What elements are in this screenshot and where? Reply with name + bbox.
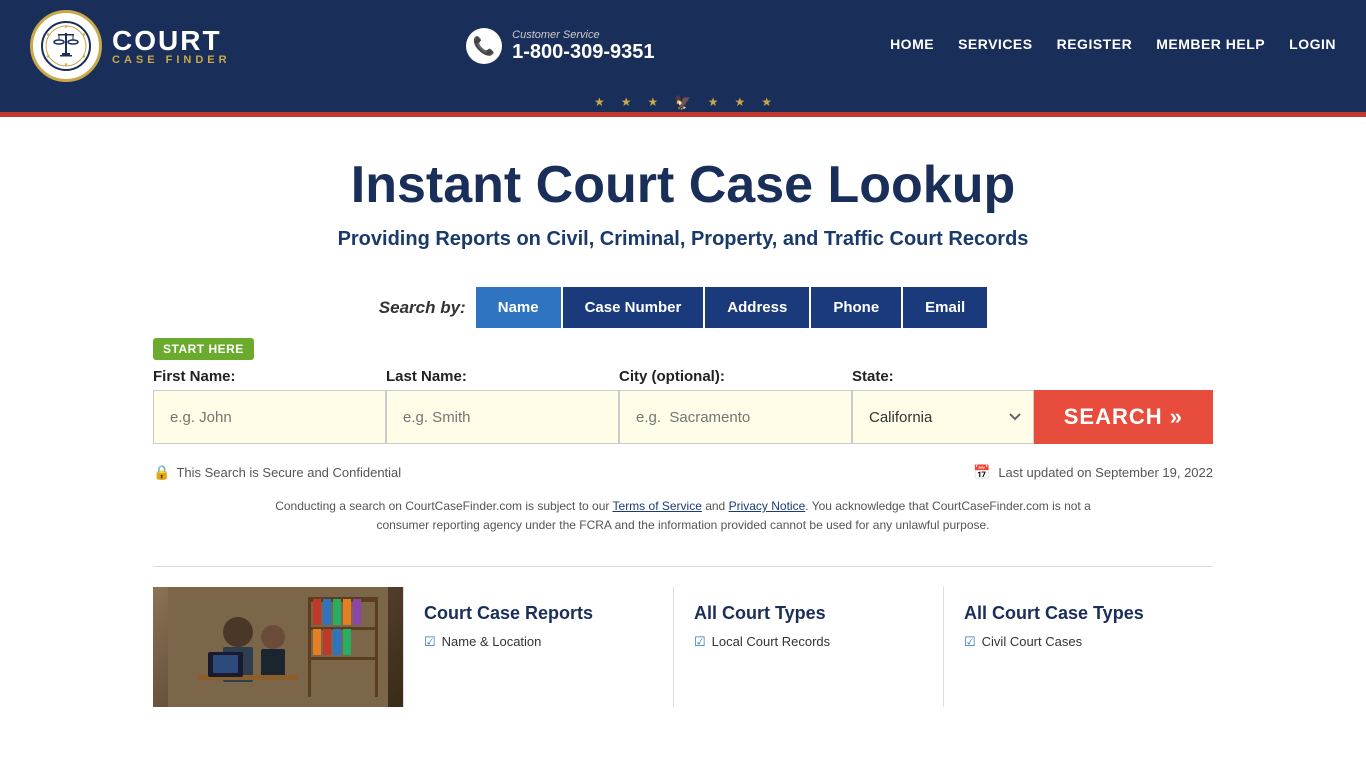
tab-phone[interactable]: Phone xyxy=(811,287,901,328)
nav-login[interactable]: LOGIN xyxy=(1289,36,1336,56)
card-image xyxy=(153,587,403,707)
customer-service: 📞 Customer Service 1-800-309-9351 xyxy=(466,28,654,64)
first-name-input[interactable] xyxy=(153,390,386,444)
nav-member-help[interactable]: MEMBER HELP xyxy=(1156,36,1265,56)
tab-address[interactable]: Address xyxy=(705,287,809,328)
all-court-case-types-item-1: ☑ Civil Court Cases xyxy=(964,634,1193,650)
tos-link[interactable]: Terms of Service xyxy=(613,499,702,513)
logo-court-label: COURT xyxy=(112,27,231,55)
eagle-bar: ★ ★ ★ 🦅 ★ ★ ★ xyxy=(0,92,1366,112)
state-select[interactable]: AlabamaAlaskaArizonaArkansasCaliforniaCo… xyxy=(852,390,1034,444)
info-row: 🔒 This Search is Secure and Confidential… xyxy=(153,464,1213,481)
site-header: ★ ★ ★ ★ ★ ★ COURT CASE FINDER 📞 xyxy=(0,0,1366,92)
legal-text: Conducting a search on CourtCaseFinder.c… xyxy=(253,497,1113,535)
city-input[interactable] xyxy=(619,390,852,444)
secure-text: 🔒 This Search is Secure and Confidential xyxy=(153,464,401,481)
search-by-row: Search by: Name Case Number Address Phon… xyxy=(153,287,1213,328)
city-group: City (optional): xyxy=(619,368,852,444)
logo-case-finder-label: CASE FINDER xyxy=(112,55,231,66)
svg-text:★: ★ xyxy=(82,32,87,38)
updated-text: 📅 Last updated on September 19, 2022 xyxy=(973,464,1213,481)
tab-name[interactable]: Name xyxy=(476,287,561,328)
star-left-3: ★ xyxy=(648,95,659,109)
card-all-court-case-types: All Court Case Types ☑ Civil Court Cases xyxy=(943,587,1213,707)
first-name-group: First Name: xyxy=(153,368,386,444)
star-right-3: ★ xyxy=(761,95,772,109)
svg-text:★: ★ xyxy=(82,54,87,60)
card-all-court-types: All Court Types ☑ Local Court Records xyxy=(673,587,943,707)
logo-area: ★ ★ ★ ★ ★ ★ COURT CASE FINDER xyxy=(30,10,231,82)
legal-text-2: and xyxy=(702,499,729,513)
legal-text-1: Conducting a search on CourtCaseFinder.c… xyxy=(275,499,612,513)
star-right-2: ★ xyxy=(734,95,745,109)
lock-icon: 🔒 xyxy=(153,464,170,481)
court-case-reports-title: Court Case Reports xyxy=(424,603,653,624)
page-subtitle: Providing Reports on Civil, Criminal, Pr… xyxy=(153,228,1213,251)
last-name-label: Last Name: xyxy=(386,368,619,385)
last-name-input[interactable] xyxy=(386,390,619,444)
svg-text:★: ★ xyxy=(64,24,69,30)
nav-services[interactable]: SERVICES xyxy=(958,36,1033,56)
all-court-types-title: All Court Types xyxy=(694,603,923,624)
last-name-group: Last Name: xyxy=(386,368,619,444)
search-button[interactable]: SEARCH » xyxy=(1034,390,1213,444)
phone-icon: 📞 xyxy=(466,28,502,64)
search-form: First Name: Last Name: City (optional): … xyxy=(153,368,1213,444)
star-right-1: ★ xyxy=(708,95,719,109)
check-icon-1: ☑ xyxy=(424,634,436,650)
all-court-types-item-1: ☑ Local Court Records xyxy=(694,634,923,650)
page-title: Instant Court Case Lookup xyxy=(153,157,1213,214)
main-nav: HOME SERVICES REGISTER MEMBER HELP LOGIN xyxy=(890,36,1336,56)
all-court-types-item-label-1: Local Court Records xyxy=(712,634,831,649)
secure-label: This Search is Secure and Confidential xyxy=(176,465,401,480)
logo-text: COURT CASE FINDER xyxy=(112,27,231,66)
star-left-1: ★ xyxy=(594,95,605,109)
cs-phone: 1-800-309-9351 xyxy=(512,41,654,64)
main-content: Instant Court Case Lookup Providing Repo… xyxy=(133,117,1233,727)
form-container: START HERE First Name: Last Name: City (… xyxy=(153,338,1213,444)
cards-row: Court Case Reports ☑ Name & Location All… xyxy=(153,566,1213,707)
logo-badge: ★ ★ ★ ★ ★ ★ xyxy=(30,10,102,82)
nav-home[interactable]: HOME xyxy=(890,36,934,56)
start-here-badge: START HERE xyxy=(153,338,254,360)
tab-case-number[interactable]: Case Number xyxy=(563,287,704,328)
card-image-inner xyxy=(153,587,403,707)
court-case-reports-item-label-1: Name & Location xyxy=(442,634,542,649)
svg-text:★: ★ xyxy=(46,32,51,38)
cs-label: Customer Service xyxy=(512,29,654,41)
calendar-icon: 📅 xyxy=(973,464,990,480)
first-name-label: First Name: xyxy=(153,368,386,385)
privacy-link[interactable]: Privacy Notice xyxy=(729,499,806,513)
svg-text:★: ★ xyxy=(46,54,51,60)
state-label: State: xyxy=(852,368,1034,385)
city-label: City (optional): xyxy=(619,368,852,385)
svg-text:★: ★ xyxy=(64,62,69,68)
tab-email[interactable]: Email xyxy=(903,287,987,328)
check-icon-3: ☑ xyxy=(964,634,976,650)
all-court-case-types-item-label-1: Civil Court Cases xyxy=(982,634,1082,649)
nav-register[interactable]: REGISTER xyxy=(1057,36,1133,56)
cs-text: Customer Service 1-800-309-9351 xyxy=(512,29,654,64)
search-by-label: Search by: xyxy=(379,298,466,318)
all-court-case-types-title: All Court Case Types xyxy=(964,603,1193,624)
state-group: State: AlabamaAlaskaArizonaArkansasCalif… xyxy=(852,368,1034,444)
star-left-2: ★ xyxy=(621,95,632,109)
check-icon-2: ☑ xyxy=(694,634,706,650)
card-court-case-reports: Court Case Reports ☑ Name & Location xyxy=(403,587,673,707)
eagle-icon: 🦅 xyxy=(674,94,691,111)
court-case-reports-item-1: ☑ Name & Location xyxy=(424,634,653,650)
